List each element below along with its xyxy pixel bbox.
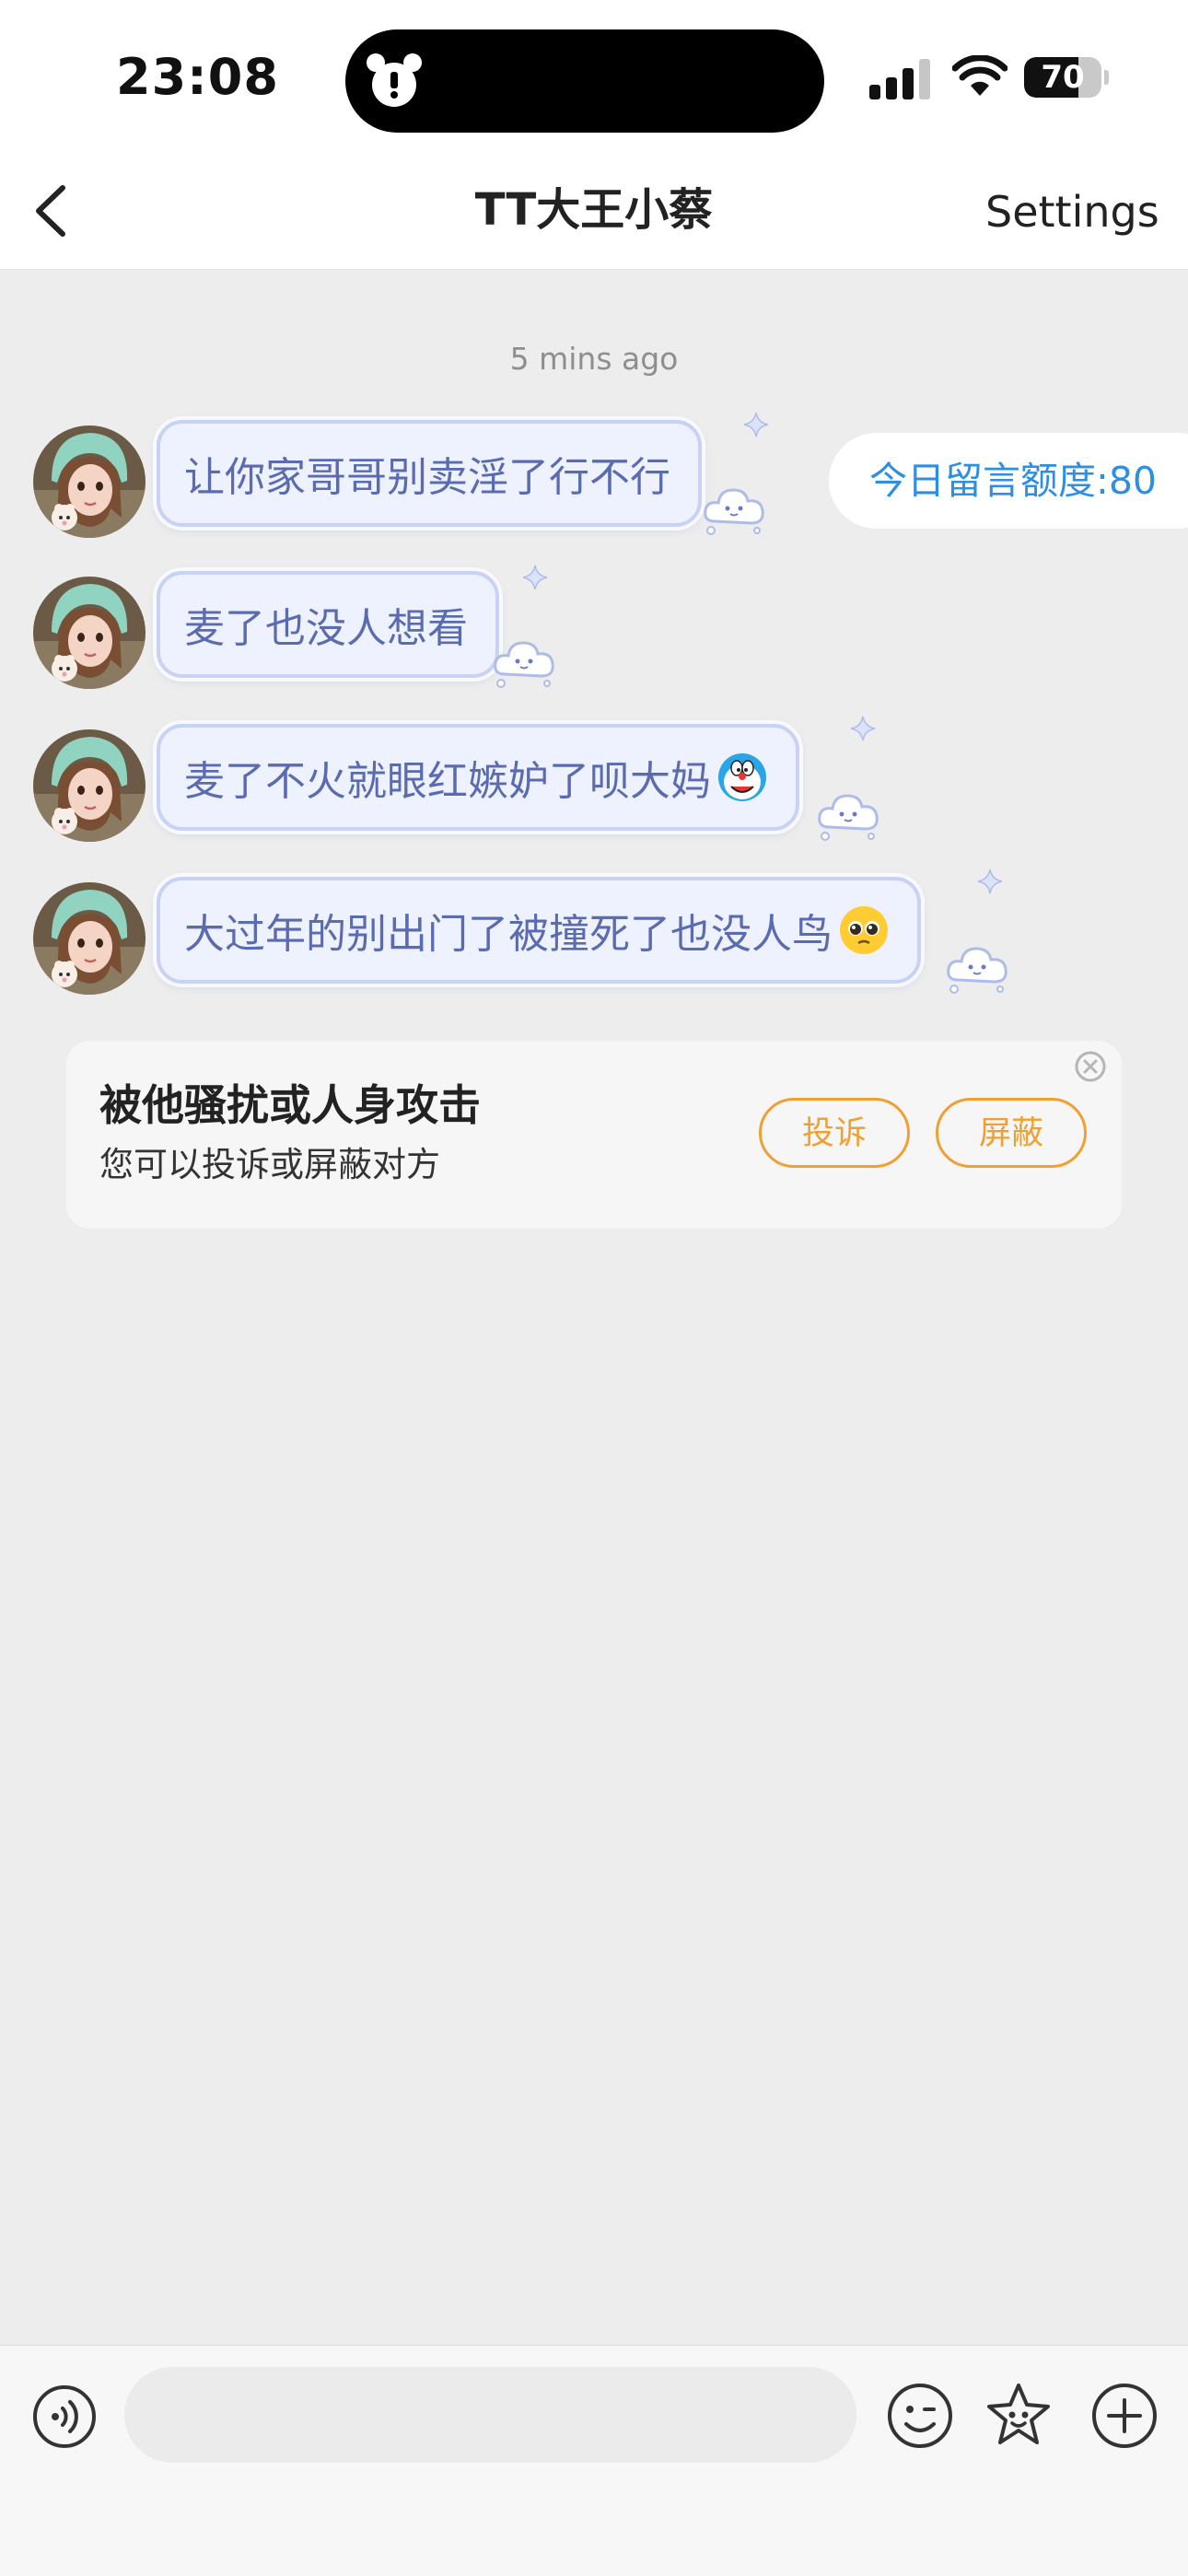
message-text: 让你家哥哥别卖淫了行不行	[184, 454, 670, 501]
cellular-signal-icon	[869, 59, 930, 99]
message-bubble[interactable]: 麦了不火就眼红嫉妒了呗大妈	[157, 724, 799, 831]
message-text: 大过年的别出门了被撞死了也没人鸟	[184, 911, 833, 958]
message-bubble[interactable]: 让你家哥哥别卖淫了行不行	[157, 420, 702, 527]
notice-title: 被他骚扰或人身攻击	[99, 1080, 481, 1130]
message-bubble[interactable]: 大过年的别出门了被撞死了也没人鸟	[157, 877, 921, 984]
battery-tip	[1104, 70, 1109, 85]
notice-subtitle: 您可以投诉或屏蔽对方	[99, 1145, 440, 1184]
block-button[interactable]: 屏蔽	[936, 1098, 1087, 1168]
bubble-sparkle-icon	[521, 564, 549, 595]
sender-avatar[interactable]	[33, 425, 146, 538]
bubble-cloud-icon	[943, 938, 1011, 1000]
battery-percent: 70	[1041, 59, 1085, 96]
sender-avatar[interactable]	[33, 729, 146, 842]
sender-avatar[interactable]	[33, 882, 146, 995]
bubble-cloud-icon	[490, 632, 558, 694]
battery-indicator: 70	[1024, 57, 1109, 101]
app-activity-icon	[367, 53, 422, 107]
doraemon-emoji-icon	[718, 753, 766, 801]
bubble-cloud-icon	[700, 479, 768, 542]
message-text: 麦了也没人想看	[184, 605, 468, 652]
message-input[interactable]	[124, 2367, 856, 2463]
wifi-icon	[952, 55, 1007, 96]
message-quota-label: 今日留言额度:80	[869, 459, 1157, 503]
message-text: 麦了不火就眼红嫉妒了呗大妈	[184, 758, 711, 805]
emoji-icon[interactable]	[886, 2382, 954, 2450]
bubble-sparkle-icon	[849, 715, 877, 746]
settings-button[interactable]: Settings	[985, 182, 1159, 241]
report-button[interactable]: 投诉	[759, 1098, 910, 1168]
back-button[interactable]	[26, 177, 81, 245]
message-bubble[interactable]: 麦了也没人想看	[157, 571, 499, 678]
plus-icon[interactable]	[1090, 2382, 1159, 2450]
conversation-title: TT大王小蔡	[474, 184, 714, 236]
close-icon[interactable]	[1074, 1050, 1107, 1083]
chevron-left-icon	[36, 185, 65, 237]
bubble-sparkle-icon	[742, 411, 770, 442]
status-time: 23:08	[116, 48, 279, 106]
message-timestamp: 5 mins ago	[509, 341, 679, 377]
sender-avatar[interactable]	[33, 577, 146, 689]
voice-icon[interactable]	[31, 2384, 98, 2450]
bubble-sparkle-icon	[976, 868, 1004, 899]
pleading-face-emoji-icon	[840, 906, 888, 954]
battery-body: 70	[1024, 57, 1101, 98]
bubble-cloud-icon	[814, 785, 882, 847]
sticker-icon[interactable]	[984, 2380, 1054, 2450]
